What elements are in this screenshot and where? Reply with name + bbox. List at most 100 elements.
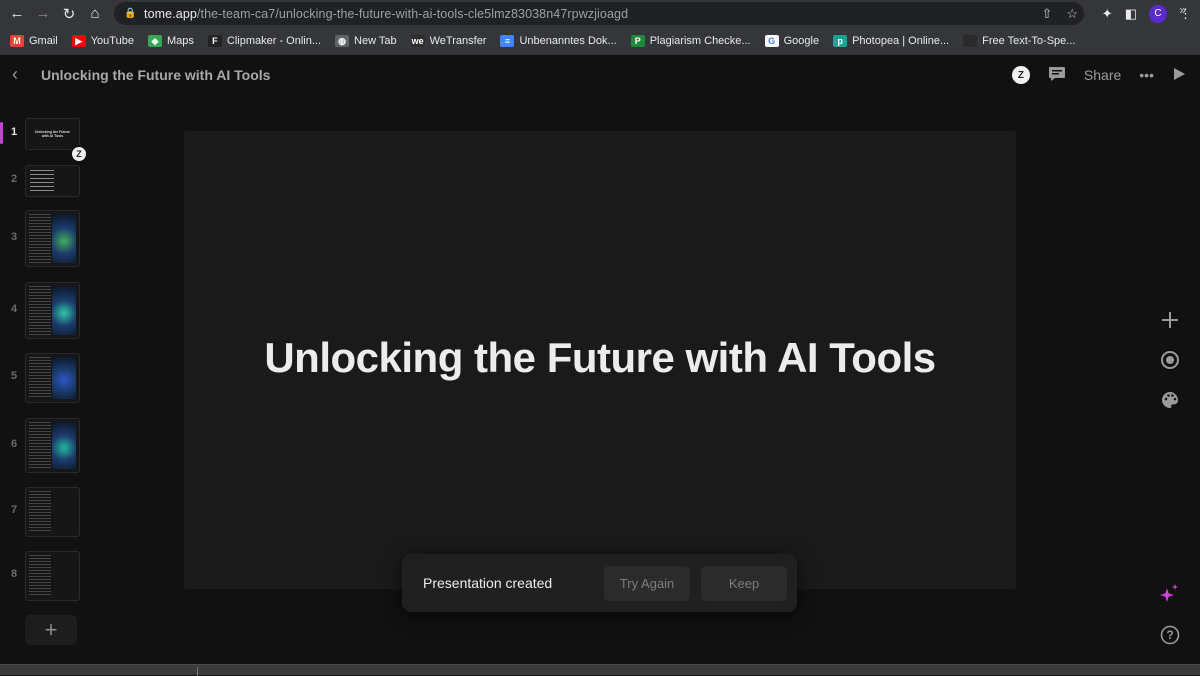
bookmark-label: WeTransfer xyxy=(429,35,487,47)
bookmark-item[interactable]: ▶ YouTube xyxy=(71,35,134,47)
comment-icon[interactable] xyxy=(1048,66,1066,85)
slide-thumbnail[interactable] xyxy=(25,165,80,197)
thumbnail-image xyxy=(52,286,76,335)
url-domain: tome.app xyxy=(144,6,197,21)
slide-number: 6 xyxy=(10,437,18,450)
more-options-icon[interactable]: ••• xyxy=(1139,67,1154,83)
toast-message: Presentation created xyxy=(423,575,553,591)
bookmark-star-icon[interactable]: ☆ xyxy=(1066,6,1078,22)
youtube-icon: ▶ xyxy=(71,35,86,47)
slide-thumbnail[interactable]: Unlocking the Future with AI Tools xyxy=(25,118,80,150)
bookmark-item[interactable]: Free Text-To-Spe... xyxy=(963,35,1075,47)
back-arrow-icon[interactable]: ← xyxy=(4,1,30,27)
thumbnail-image xyxy=(52,214,76,263)
browser-chrome: ← → ↻ ⌂ 🔒 tome.app/the-team-ca7/unlockin… xyxy=(0,0,1200,55)
google-docs-icon: ≡ xyxy=(500,35,515,47)
bookmark-label: Unbenanntes Dok... xyxy=(519,35,617,47)
forward-arrow-icon[interactable]: → xyxy=(30,1,56,27)
bookmark-label: Photopea | Online... xyxy=(852,35,950,47)
add-tile-icon[interactable] xyxy=(1158,308,1182,332)
slide-thumbnail-rail: + 1 Unlocking the Future with AI Tools Z 2 3… xyxy=(0,110,100,665)
bookmarks-bar: M Gmail ▶ YouTube ◆ Maps F Clipmaker - Onlin...… xyxy=(0,30,1200,52)
bottom-scroll-strip xyxy=(0,664,1200,676)
bookmark-item[interactable]: ◆ Maps xyxy=(147,35,194,47)
document-title[interactable]: Unlocking the Future with AI Tools xyxy=(41,67,270,83)
slide-number: 7 xyxy=(10,504,18,516)
collaborator-avatar[interactable]: Z xyxy=(1011,66,1030,84)
home-icon[interactable]: ⌂ xyxy=(82,1,108,27)
slide-thumbnail[interactable] xyxy=(25,418,80,473)
try-again-button[interactable]: Try Again xyxy=(604,566,690,601)
thumbnail-list-lines xyxy=(30,170,54,194)
plagiarism-checker-icon: P xyxy=(630,35,645,47)
slide-number: 5 xyxy=(10,370,18,382)
presentation-created-toast: Presentation created Try Again Keep xyxy=(402,554,797,612)
bookmark-item[interactable]: we WeTransfer xyxy=(410,35,487,47)
thumbnail-text-block xyxy=(29,555,51,597)
bookmark-item[interactable]: P Plagiarism Checke... xyxy=(630,35,751,47)
bookmark-label: Clipmaker - Onlin... xyxy=(226,35,322,47)
collaborator-presence-badge: Z xyxy=(70,145,88,163)
app-header: ‹ Unlocking the Future with AI Tools Z S… xyxy=(0,55,1200,95)
gmail-icon: M xyxy=(10,35,24,47)
bookmark-item[interactable]: ≡ Unbenanntes Dok... xyxy=(500,35,617,47)
slide-thumbnail[interactable] xyxy=(25,353,80,403)
bookmark-item[interactable]: p Photopea | Online... xyxy=(833,35,949,47)
bookmark-label: New Tab xyxy=(354,35,397,47)
help-icon[interactable]: ? xyxy=(1158,623,1182,647)
page-icon xyxy=(963,35,978,47)
reload-icon[interactable]: ↻ xyxy=(56,1,82,27)
extensions-puzzle-icon[interactable]: ✦ xyxy=(1102,6,1113,22)
slide-canvas[interactable]: Unlocking the Future with AI Tools xyxy=(184,131,1016,589)
address-bar[interactable]: 🔒 tome.app/the-team-ca7/unlocking-the-fu… xyxy=(114,2,1084,25)
slide-number: 2 xyxy=(10,173,18,185)
bookmark-label: Maps xyxy=(166,35,194,47)
bookmark-label: Gmail xyxy=(29,35,58,47)
slide-title[interactable]: Unlocking the Future with AI Tools xyxy=(184,334,1016,382)
active-slide-indicator xyxy=(0,122,3,144)
google-icon: G xyxy=(764,35,779,47)
keep-button[interactable]: Keep xyxy=(701,566,787,601)
slide-thumbnail[interactable] xyxy=(25,210,80,267)
maps-icon: ◆ xyxy=(147,35,162,47)
ai-sparkle-icon[interactable] xyxy=(1158,582,1182,606)
theme-palette-icon[interactable] xyxy=(1158,388,1182,412)
add-page-button[interactable]: + xyxy=(25,615,77,645)
slide-number: 1 xyxy=(10,126,18,138)
thumbnail-text-block xyxy=(29,357,51,399)
bookmark-item[interactable]: M Gmail xyxy=(10,35,58,47)
svg-text:?: ? xyxy=(1166,628,1173,642)
photopea-icon: p xyxy=(833,35,848,47)
slide-thumbnail[interactable] xyxy=(25,487,80,537)
url-path: /the-team-ca7/unlocking-the-future-with-… xyxy=(196,6,629,21)
thumbnail-title: Unlocking the Future with AI Tools xyxy=(35,130,70,138)
share-page-icon[interactable]: ⇧ xyxy=(1041,6,1052,22)
bookmarks-overflow-icon[interactable]: » xyxy=(1179,3,1186,17)
bookmark-label: Plagiarism Checke... xyxy=(649,35,751,47)
url-text[interactable]: tome.app/the-team-ca7/unlocking-the-futu… xyxy=(144,7,628,21)
play-presentation-icon[interactable] xyxy=(1172,67,1186,84)
share-button[interactable]: Share xyxy=(1084,67,1121,83)
record-icon[interactable] xyxy=(1158,348,1182,372)
slide-number: 3 xyxy=(10,230,18,243)
bookmark-label: YouTube xyxy=(90,35,134,47)
bookmark-label: Google xyxy=(783,35,820,47)
clipmaker-icon: F xyxy=(207,35,222,47)
bookmark-item[interactable]: ◍ New Tab xyxy=(335,35,397,47)
back-chevron-icon[interactable]: ‹ xyxy=(12,64,18,85)
wetransfer-icon: we xyxy=(410,35,425,47)
side-panel-icon[interactable]: ◧ xyxy=(1125,6,1137,22)
thumbnail-text-block xyxy=(29,286,51,335)
thumbnail-image xyxy=(52,357,76,399)
slide-thumbnail[interactable] xyxy=(25,282,80,339)
globe-icon: ◍ xyxy=(335,35,350,47)
bookmark-item[interactable]: G Google xyxy=(764,35,820,47)
profile-avatar[interactable]: C xyxy=(1149,4,1167,23)
thumbnail-text-block xyxy=(29,422,51,469)
lock-icon: 🔒 xyxy=(124,8,137,19)
slide-number: 4 xyxy=(10,302,18,315)
slide-thumbnail[interactable] xyxy=(25,551,80,601)
bookmark-label: Free Text-To-Spe... xyxy=(982,35,1076,47)
thumbnail-image xyxy=(52,422,76,469)
bookmark-item[interactable]: F Clipmaker - Onlin... xyxy=(207,35,322,47)
